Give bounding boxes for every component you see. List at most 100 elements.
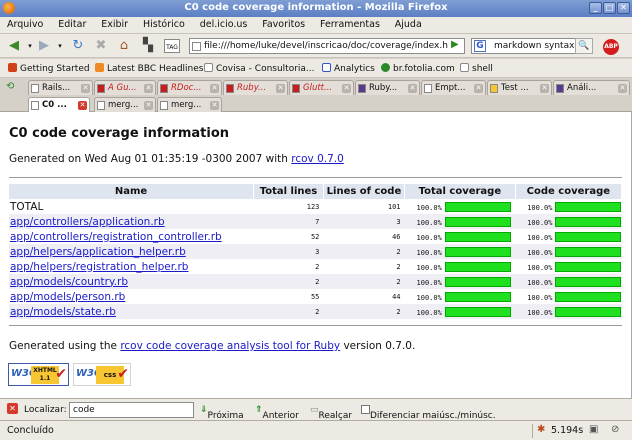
bookmark-shell[interactable]: shell (460, 63, 493, 74)
tab-test[interactable]: Test ... ✕ (487, 80, 552, 95)
file-link[interactable]: app/models/person.rb (10, 291, 125, 303)
tools-icon[interactable]: ▣ (589, 424, 598, 435)
checkmark-icon: ✔ (55, 366, 67, 382)
minimize-button[interactable]: _ (589, 2, 602, 14)
url-bar[interactable]: file:///home/luke/devel/inscricao/doc/co… (189, 38, 465, 54)
total-coverage-cell: 100.0% (404, 214, 516, 229)
tab-rails[interactable]: Rails... ✕ (28, 80, 93, 95)
tab-bar: ⟲ Rails... ✕ A Gu... ✕ RDoc... ✕ Ruby... ✕ G… (0, 78, 632, 112)
find-input[interactable]: code (69, 402, 194, 418)
search-magnifier-icon[interactable]: 🔍 (575, 38, 593, 54)
lines-of-code-cell: 3 (323, 214, 405, 229)
page-title: C0 code coverage information (9, 126, 230, 141)
menu-editar[interactable]: Editar (51, 17, 91, 30)
total-coverage-value: 100.0% (416, 308, 442, 317)
footer-prefix: Generated using the (9, 340, 121, 352)
header-total-coverage: Total coverage (404, 184, 516, 199)
file-link[interactable]: app/helpers/registration_helper.rb (10, 261, 188, 273)
highlight-button[interactable]: ▭ Realçar (310, 405, 352, 421)
rcov-version-link[interactable]: rcov 0.7.0 (291, 153, 344, 165)
table-row: app/models/country.rb 2 2 100.0% 100.0% (9, 274, 622, 289)
find-previous-button[interactable]: ⇑ Anterior (255, 405, 299, 421)
file-link[interactable]: app/controllers/application.rb (10, 216, 165, 228)
menu-bar: Arquivo Editar Exibir Histórico del.icio… (0, 17, 632, 34)
lines-of-code-cell: 101 (323, 199, 405, 214)
stop-icon[interactable]: ✖ (93, 38, 109, 54)
forward-dropdown-icon[interactable]: ▾ (52, 38, 68, 54)
header-code-coverage: Code coverage (515, 184, 623, 199)
header-total-lines: Total lines (253, 184, 324, 199)
total-coverage-bar (444, 231, 511, 242)
file-link[interactable]: app/models/country.rb (10, 276, 128, 288)
file-link[interactable]: app/helpers/application_helper.rb (10, 246, 186, 258)
forward-arrow-icon[interactable]: ▶ (36, 38, 52, 54)
footer-line: Generated using the rcov code coverage a… (9, 340, 415, 352)
footer-suffix: version 0.7.0. (340, 340, 416, 352)
find-next-button[interactable]: ⇓ Próxima (200, 405, 244, 421)
menu-arquivo[interactable]: Arquivo (0, 17, 48, 30)
tab-ruby-1[interactable]: Ruby... ✕ (223, 80, 288, 95)
bookmark-bbc-headlines[interactable]: Latest BBC Headlines (95, 63, 203, 74)
tab-rdoc[interactable]: RDoc... ✕ (157, 80, 222, 95)
total-coverage-cell: 100.0% (404, 274, 516, 289)
match-case-checkbox[interactable]: Diferenciar maiúsc./minúsc. (361, 405, 496, 421)
tab-merg-1[interactable]: merg... ✕ (94, 97, 156, 112)
adblock-icon[interactable]: ABP (603, 39, 619, 55)
new-tab-icon[interactable]: ⟲ (6, 81, 20, 93)
code-coverage-bar (555, 231, 622, 242)
settings-icon[interactable]: ⊘ (611, 424, 619, 435)
close-window-button[interactable]: ✕ (617, 2, 630, 14)
bookmark-fotolia[interactable]: br.fotolia.com (381, 63, 455, 74)
status-text: Concluído (7, 425, 54, 436)
generated-text: Generated on Wed Aug 01 01:35:19 -0300 2… (9, 153, 292, 165)
valid-css-badge[interactable]: W3C css ✔ (73, 363, 131, 386)
window-title: C0 code coverage information - Mozilla F… (184, 2, 448, 13)
code-coverage-cell: 100.0% (515, 214, 622, 229)
menu-delicious[interactable]: del.icio.us (193, 17, 253, 30)
total-coverage-value: 100.0% (416, 263, 442, 272)
bookmark-analytics[interactable]: Analytics (322, 63, 375, 74)
lines-of-code-cell: 46 (323, 229, 405, 244)
total-coverage-bar (444, 216, 511, 227)
tag-icon[interactable]: TAG (164, 39, 180, 53)
generated-line: Generated on Wed Aug 01 01:35:19 -0300 2… (9, 153, 344, 165)
delicious-icon[interactable]: ▚ (140, 38, 156, 54)
code-coverage-cell: 100.0% (515, 274, 622, 289)
maximize-button[interactable]: □ (603, 2, 616, 14)
tab-c0-active[interactable]: C0 ... ✕ (28, 97, 90, 112)
tab-a-gu[interactable]: A Gu... ✕ (94, 80, 156, 95)
tab-glutt[interactable]: Glutt... ✕ (289, 80, 354, 95)
firebug-icon[interactable]: ✱ (537, 424, 545, 435)
total-lines-cell: 52 (253, 229, 324, 244)
menu-ajuda[interactable]: Ajuda (388, 17, 427, 30)
table-row: app/models/state.rb 2 2 100.0% 100.0% (9, 304, 622, 319)
code-coverage-bar (555, 276, 622, 287)
tab-merg-2[interactable]: merg... ✕ (157, 97, 222, 112)
lines-of-code-cell: 2 (323, 244, 405, 259)
total-lines-cell: 7 (253, 214, 324, 229)
total-lines-cell: 55 (253, 289, 324, 304)
close-find-icon[interactable]: ✕ (7, 403, 18, 414)
menu-ferramentas[interactable]: Ferramentas (313, 17, 385, 30)
table-row: app/helpers/registration_helper.rb 2 2 100.… (9, 259, 622, 274)
tab-analise[interactable]: Análi... ✕ (553, 80, 630, 95)
reload-icon[interactable]: ↻ (70, 38, 86, 54)
bookmark-getting-started[interactable]: Getting Started (8, 63, 90, 74)
menu-exibir[interactable]: Exibir (94, 17, 133, 30)
google-icon[interactable]: G (474, 40, 486, 52)
rcov-tool-link[interactable]: rcov code coverage analysis tool for Rub… (120, 340, 340, 352)
valid-xhtml-badge[interactable]: W3C XHTML 1.1 ✔ (8, 363, 69, 386)
bookmark-covisa[interactable]: Covisa - Consultoria... (204, 63, 315, 74)
menu-favoritos[interactable]: Favoritos (255, 17, 310, 30)
tab-empt[interactable]: Empt... ✕ (421, 80, 486, 95)
file-link[interactable]: app/models/state.rb (10, 306, 116, 318)
home-icon[interactable]: ⌂ (116, 38, 132, 54)
tab-ruby-2[interactable]: Ruby... ✕ (355, 80, 420, 95)
go-arrow-icon[interactable]: ▶ (451, 39, 463, 53)
file-link[interactable]: app/controllers/registration_controller.… (10, 231, 222, 243)
code-coverage-value: 100.0% (527, 278, 553, 287)
back-arrow-icon[interactable]: ◀ (6, 38, 22, 54)
menu-historico[interactable]: Histórico (136, 17, 190, 30)
code-coverage-bar (555, 261, 622, 272)
css-checkmark-icon: ✔ (117, 366, 129, 382)
